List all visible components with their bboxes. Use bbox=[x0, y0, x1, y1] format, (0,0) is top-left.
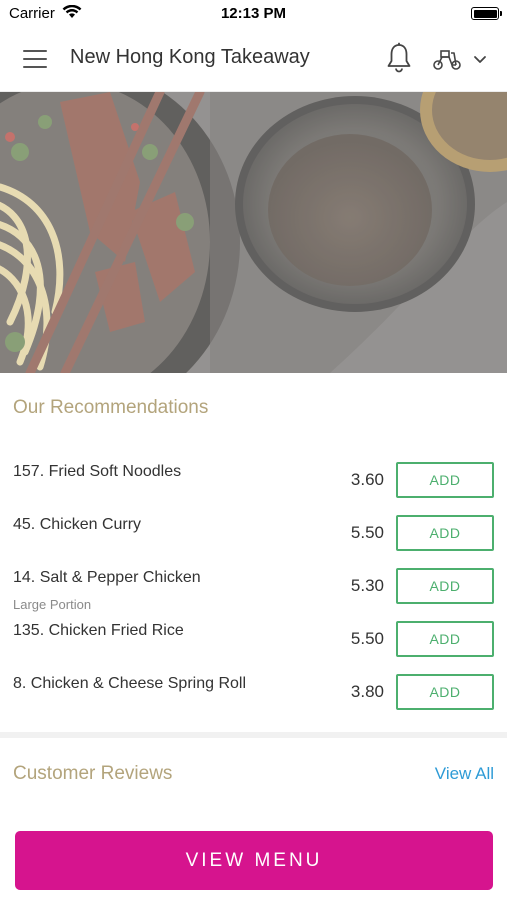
item-name: 157. Fried Soft Noodles bbox=[13, 463, 182, 480]
food-photo bbox=[0, 92, 507, 373]
list-item: 157. Fried Soft Noodles 3.60 ADD bbox=[0, 453, 507, 506]
menu-icon[interactable] bbox=[23, 50, 47, 68]
clock: 12:13 PM bbox=[220, 5, 287, 22]
item-name: 45. Chicken Curry bbox=[13, 516, 142, 533]
chevron-down-icon[interactable] bbox=[473, 54, 487, 64]
hero-image bbox=[0, 92, 507, 373]
add-button[interactable]: ADD bbox=[396, 568, 494, 604]
reviews-heading: Customer Reviews bbox=[13, 763, 173, 784]
section-divider bbox=[0, 732, 507, 738]
list-item: 135. Chicken Fried Rice 5.50 ADD bbox=[0, 612, 507, 665]
status-bar: Carrier 12:13 PM bbox=[0, 0, 507, 28]
view-all-link[interactable]: View All bbox=[435, 764, 494, 784]
list-item: 14. Salt & Pepper Chicken Large Portion … bbox=[0, 559, 507, 612]
item-price: 5.50 bbox=[350, 629, 384, 648]
list-item: 45. Chicken Curry 5.50 ADD bbox=[0, 506, 507, 559]
item-price: 5.50 bbox=[350, 523, 384, 542]
app-header: New Hong Kong Takeaway bbox=[0, 28, 507, 92]
scooter-icon[interactable] bbox=[432, 47, 462, 71]
list-item: 8. Chicken & Cheese Spring Roll 3.80 ADD bbox=[0, 665, 507, 718]
item-price: 3.80 bbox=[350, 682, 384, 701]
item-name: 135. Chicken Fried Rice bbox=[13, 622, 184, 639]
recommendations-heading: Our Recommendations bbox=[13, 397, 209, 418]
battery-icon bbox=[471, 7, 502, 20]
add-button[interactable]: ADD bbox=[396, 674, 494, 710]
item-subtitle: Large Portion bbox=[13, 597, 92, 612]
item-price: 5.30 bbox=[350, 576, 384, 595]
item-name: 8. Chicken & Cheese Spring Roll bbox=[13, 675, 247, 692]
item-name: 14. Salt & Pepper Chicken bbox=[13, 569, 201, 586]
view-menu-button[interactable]: VIEW MENU bbox=[15, 831, 493, 890]
item-price: 3.60 bbox=[350, 470, 384, 489]
add-button[interactable]: ADD bbox=[396, 462, 494, 498]
bell-icon[interactable] bbox=[386, 42, 412, 74]
add-button[interactable]: ADD bbox=[396, 621, 494, 657]
add-button[interactable]: ADD bbox=[396, 515, 494, 551]
page-title: New Hong Kong Takeaway bbox=[70, 46, 310, 68]
